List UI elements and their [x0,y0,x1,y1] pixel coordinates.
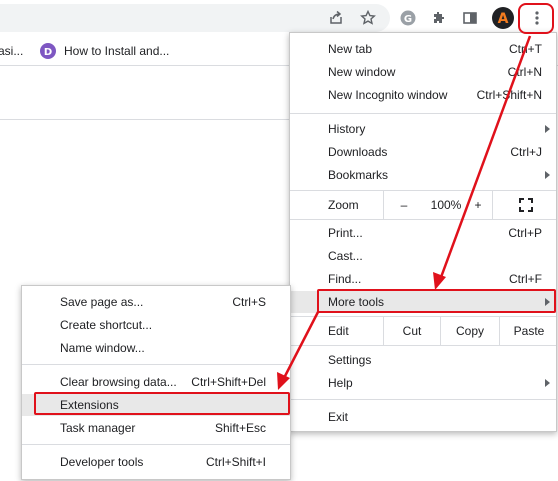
share-icon[interactable] [326,8,346,28]
bookmark-item[interactable]: asi... [0,42,23,60]
submenu-item-extensions[interactable]: Extensions [22,394,290,416]
menu-item-more-tools[interactable]: More tools [290,291,556,313]
kebab-menu-icon[interactable] [527,8,547,28]
menu-item-label: Save page as... [60,295,144,309]
menu-item-shortcut: Ctrl+P [508,226,542,240]
menu-item-shortcut: Ctrl+F [509,272,542,286]
menu-item-label: Cast... [328,249,363,263]
menu-item-label: More tools [328,295,385,309]
menu-item-shortcut: Ctrl+Shift+Del [191,375,266,389]
menu-item-help[interactable]: Help [290,372,556,394]
menu-item-label: New window [328,65,396,79]
submenu-arrow-icon [545,379,550,387]
menu-item-shortcut: Ctrl+T [509,42,542,56]
submenu-arrow-icon [545,125,550,133]
paste-button[interactable]: Paste [500,317,558,345]
menu-item-shortcut: Ctrl+Shift+N [476,88,542,102]
profile-avatar[interactable]: A [492,7,514,29]
edit-row: Edit Cut Copy Paste [290,317,556,345]
page-infobar [0,66,300,120]
menu-item-new-incognito[interactable]: New Incognito window Ctrl+Shift+N [290,84,556,106]
submenu-arrow-icon [545,171,550,179]
menu-item-history[interactable]: History [290,118,556,140]
menu-item-shortcut: Ctrl+S [232,295,266,309]
submenu-item-save-page[interactable]: Save page as... Ctrl+S [22,291,290,313]
menu-item-label: Settings [328,353,372,367]
menu-item-label: Task manager [60,421,136,435]
menu-item-label: History [328,122,366,136]
menu-item-label: Name window... [60,341,145,355]
cut-button[interactable]: Cut [384,317,440,345]
zoom-out-button[interactable]: – [384,191,424,219]
star-icon[interactable] [358,8,378,28]
menu-item-shortcut: Ctrl+J [510,145,542,159]
menu-item-label: Clear browsing data... [60,375,177,389]
menu-separator [22,444,290,445]
zoom-in-button[interactable]: + [468,191,488,219]
chrome-main-menu: New tab Ctrl+T New window Ctrl+N New Inc… [289,32,557,432]
menu-item-bookmarks[interactable]: Bookmarks [290,164,556,186]
menu-item-new-tab[interactable]: New tab Ctrl+T [290,38,556,60]
zoom-label: Zoom [328,198,359,212]
menu-item-exit[interactable]: Exit [290,406,556,428]
puzzle-extensions-icon[interactable] [429,8,449,28]
menu-item-new-window[interactable]: New window Ctrl+N [290,61,556,83]
edit-label: Edit [328,324,349,338]
zoom-level: 100% [430,198,462,212]
menu-item-label: Create shortcut... [60,318,153,332]
menu-item-label: Extensions [60,398,119,412]
submenu-item-developer-tools[interactable]: Developer tools Ctrl+Shift+I [22,451,290,473]
svg-text:D: D [44,47,52,58]
menu-item-label: Developer tools [60,455,144,469]
menu-separator [290,399,556,400]
menu-separator [290,345,556,346]
menu-separator [22,364,290,365]
svg-text:G: G [404,14,412,25]
bookmark-item[interactable]: D How to Install and... [40,42,169,60]
submenu-item-name-window[interactable]: Name window... [22,337,290,359]
menu-item-label: Help [328,376,353,390]
menu-item-shortcut: Ctrl+Shift+I [205,455,266,469]
browser-toolbar: G A [0,0,558,36]
submenu-item-clear-browsing-data[interactable]: Clear browsing data... Ctrl+Shift+Del [22,371,290,393]
fullscreen-icon[interactable] [493,191,558,219]
menu-item-label: Print... [328,226,363,240]
menu-item-shortcut: Ctrl+N [507,65,542,79]
side-panel-icon[interactable] [460,8,480,28]
copy-button[interactable]: Copy [441,317,499,345]
menu-item-label: New Incognito window [328,88,448,102]
submenu-arrow-icon [545,298,550,306]
submenu-item-create-shortcut[interactable]: Create shortcut... [22,314,290,336]
menu-item-cast[interactable]: Cast... [290,245,556,267]
menu-item-downloads[interactable]: Downloads Ctrl+J [290,141,556,163]
google-extension-icon[interactable]: G [398,8,418,28]
avatar-letter: A [498,11,509,27]
menu-item-label: Bookmarks [328,168,389,182]
bookmark-favicon-icon: D [40,43,56,59]
bookmark-label: asi... [0,44,24,58]
menu-separator [290,113,556,114]
menu-item-find[interactable]: Find... Ctrl+F [290,268,556,290]
menu-item-label: Find... [328,272,362,286]
menu-item-shortcut: Shift+Esc [214,421,266,435]
menu-item-settings[interactable]: Settings [290,349,556,371]
menu-separator [290,219,556,220]
menu-item-label: Exit [328,410,349,424]
zoom-row: Zoom – 100% + [290,191,556,219]
menu-item-print[interactable]: Print... Ctrl+P [290,222,556,244]
menu-item-label: New tab [328,42,373,56]
bookmark-label: How to Install and... [64,44,170,58]
menu-item-label: Downloads [328,145,388,159]
submenu-item-task-manager[interactable]: Task manager Shift+Esc [22,417,290,439]
more-tools-submenu: Save page as... Ctrl+S Create shortcut..… [21,285,291,480]
